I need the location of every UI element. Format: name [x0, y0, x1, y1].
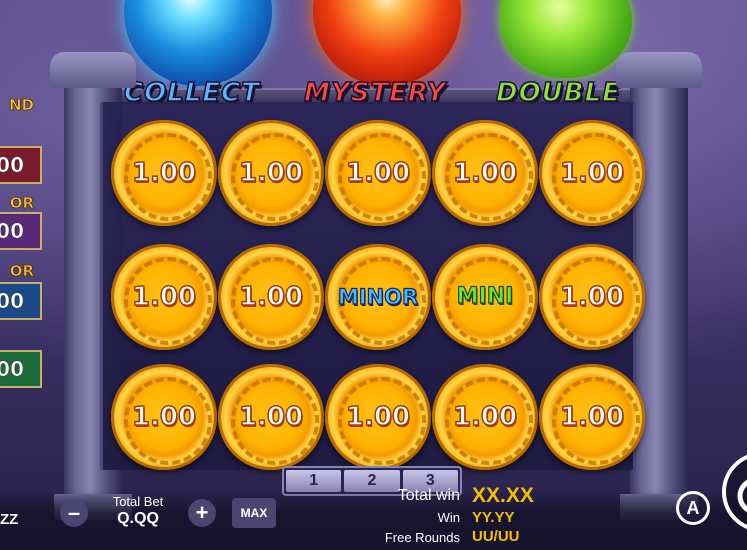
coin-value: 1.00 — [345, 157, 411, 189]
jackpot-value-box: 00 — [0, 212, 42, 250]
jackpot-value-box: 00 — [0, 282, 42, 320]
coin-value: MINI — [456, 283, 514, 309]
free-rounds-label: Free Rounds — [384, 530, 460, 545]
jackpot-value: 00 — [0, 289, 24, 314]
total-bet-value: Q.QQ — [117, 510, 159, 527]
balance-value: ZZ — [0, 511, 19, 528]
total-bet-label: Total Bet — [112, 494, 164, 509]
coin-value: 1.00 — [238, 401, 304, 433]
autoplay-button[interactable]: A — [676, 491, 710, 525]
coin-value: 1.00 — [452, 401, 518, 433]
max-bet-button[interactable]: MAX — [232, 498, 276, 528]
coin-symbol: MINOR — [325, 244, 431, 350]
coin-value: 1.00 — [131, 401, 197, 433]
increase-bet-button[interactable]: + — [188, 499, 216, 527]
page-1-button[interactable]: 1 — [286, 470, 342, 492]
coin-symbol: 1.00 — [218, 364, 324, 470]
total-win-label: Total win — [397, 487, 460, 504]
coin-value: 1.00 — [559, 401, 625, 433]
coin-symbol: 1.00 — [432, 120, 538, 226]
coin-symbol: 1.00 — [111, 364, 217, 470]
coin-value: 1.00 — [238, 281, 304, 313]
mystery-orb-icon — [313, 0, 461, 86]
double-orb-icon — [500, 0, 632, 78]
jackpot-label: OR — [9, 262, 34, 281]
win-value: YY.YY — [472, 509, 515, 526]
jackpot-value: 00 — [0, 219, 24, 244]
coin-symbol: 1.00 — [111, 120, 217, 226]
coin-value: 1.00 — [345, 401, 411, 433]
free-rounds-value: UU/UU — [472, 528, 520, 545]
coin-symbol: 1.00 — [218, 120, 324, 226]
game-stage: COLLECT MYSTERY DOUBLE ND 00 OR 00 OR 00 00 1.… — [0, 0, 747, 550]
coin-symbol: 1.00 — [218, 244, 324, 350]
jackpot-value-box: 00 — [0, 146, 42, 184]
coin-symbol: MINI — [432, 244, 538, 350]
decrease-bet-button[interactable]: – — [60, 499, 88, 527]
coin-symbol: 1.00 — [111, 244, 217, 350]
jackpot-value: 00 — [0, 153, 24, 178]
coin-value: MINOR — [337, 284, 419, 309]
jackpot-label — [0, 328, 34, 346]
total-win-value: XX.XX — [472, 484, 534, 507]
coin-symbol: 1.00 — [432, 364, 538, 470]
spin-arrow-icon — [737, 479, 747, 513]
coin-value: 1.00 — [559, 157, 625, 189]
coin-symbol: 1.00 — [539, 244, 645, 350]
coin-value: 1.00 — [131, 281, 197, 313]
coin-value: 1.00 — [559, 281, 625, 313]
coin-symbol: 1.00 — [325, 364, 431, 470]
jackpot-value-box: 00 — [0, 350, 42, 388]
jackpot-value: 00 — [0, 357, 24, 382]
coin-symbol: 1.00 — [539, 364, 645, 470]
win-label: Win — [437, 510, 460, 525]
jackpot-label: OR — [9, 194, 34, 213]
collect-orb-icon — [124, 0, 272, 86]
reel-grid: 1.00 1.00 1.00 1.00 1.00 1.00 1.00 MINOR MINI 1.0… — [100, 102, 645, 470]
jackpot-label: ND — [8, 96, 35, 115]
coin-value: 1.00 — [131, 157, 197, 189]
coin-symbol: 1.00 — [325, 120, 431, 226]
coin-symbol: 1.00 — [539, 120, 645, 226]
coin-value: 1.00 — [238, 157, 304, 189]
coin-value: 1.00 — [452, 157, 518, 189]
